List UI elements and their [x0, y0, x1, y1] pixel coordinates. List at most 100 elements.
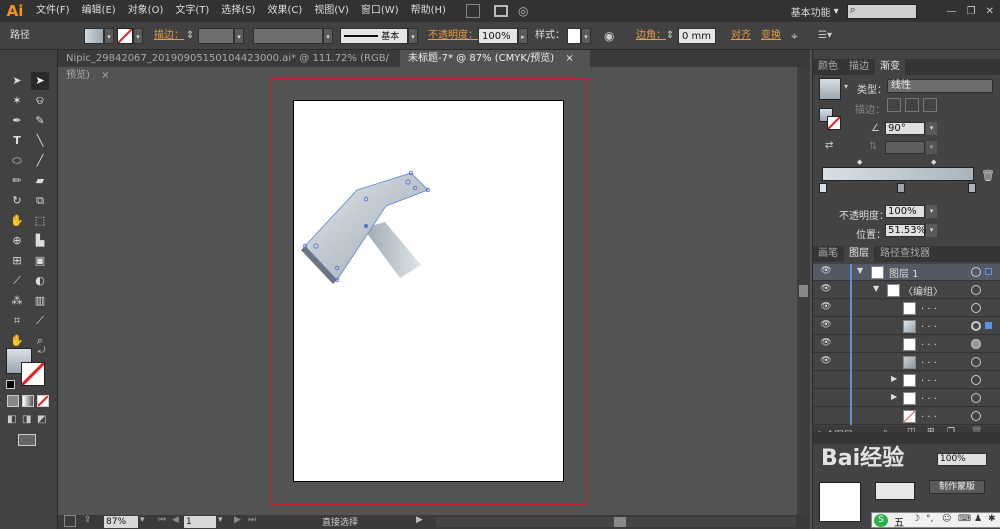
tab-close-icon[interactable]: × — [565, 53, 573, 64]
gradient-midpoint-diamond[interactable]: ◆ — [857, 158, 862, 166]
stroke-indicator[interactable] — [827, 116, 841, 130]
target-icon[interactable] — [971, 267, 981, 277]
gradient-opacity-input[interactable]: 100% — [885, 205, 925, 218]
visibility-eye-icon[interactable]: 👁 — [819, 320, 833, 332]
direct-selection-tool-icon[interactable]: ➤ — [31, 72, 49, 90]
warp-tool-icon[interactable]: ✋ — [8, 212, 26, 230]
target-icon[interactable] — [971, 303, 981, 313]
target-icon[interactable] — [971, 357, 981, 367]
layer-name[interactable]: 图层 1 — [889, 265, 919, 280]
item-name[interactable]: . . . — [921, 301, 937, 312]
brush-dropdown[interactable]: ▾ — [408, 28, 418, 44]
menu-help[interactable]: 帮助(H) — [405, 0, 452, 22]
item-name[interactable]: . . . — [921, 337, 937, 348]
share-icon[interactable]: ⇪ — [84, 515, 92, 525]
stroke-weight-stepper[interactable]: ⇕ — [186, 28, 196, 44]
screen-mode-icon[interactable] — [18, 434, 36, 446]
ime-emoji-icon[interactable]: ☺ — [942, 514, 951, 524]
stroke-dropdown[interactable]: ▾ — [133, 28, 143, 44]
corner-stepper[interactable]: ⇕ — [666, 28, 676, 44]
gradient-stop-right[interactable] — [968, 183, 976, 193]
menu-type[interactable]: 文字(T) — [169, 0, 215, 22]
eraser-tool-icon[interactable]: ▰ — [31, 172, 49, 190]
curvature-tool-icon[interactable]: ✎ — [31, 112, 49, 130]
gradient-location-dropdown[interactable]: ▾ — [926, 224, 937, 237]
zoom-dropdown-icon[interactable]: ▾ — [140, 515, 145, 525]
gradient-opacity-dropdown[interactable]: ▾ — [926, 205, 937, 218]
line-segment-tool-icon[interactable]: ╲ — [31, 132, 49, 150]
target-icon[interactable] — [971, 375, 981, 385]
layer-row-group[interactable]: 👁 ▼ 〈编组〉 — [813, 282, 1000, 299]
horizontal-scrollbar[interactable] — [436, 517, 796, 527]
tab-color[interactable]: 颜色 — [813, 59, 843, 75]
slice-tool-icon[interactable]: ⟋ — [31, 312, 49, 330]
scrollbar-thumb[interactable] — [799, 285, 808, 297]
isolate-icon[interactable]: ⌖ — [791, 28, 798, 44]
brush-definition[interactable]: 基本 — [340, 28, 408, 44]
transparency-thumbnail[interactable] — [819, 482, 861, 522]
last-artboard-icon[interactable]: ⏭ — [248, 515, 256, 525]
mask-slot[interactable] — [875, 482, 915, 500]
selection-indicator[interactable] — [985, 268, 992, 275]
close-icon[interactable]: ✕ — [986, 6, 994, 17]
tab-brushes[interactable]: 画笔 — [813, 246, 843, 262]
tab-stroke[interactable]: 描边 — [844, 59, 874, 75]
delete-stop-icon[interactable]: 🗑 — [981, 169, 995, 182]
expand-triangle-icon[interactable]: ▶ — [891, 392, 897, 401]
draw-normal-icon[interactable]: ◧ — [7, 414, 16, 425]
status-menu-icon[interactable]: ▶ — [416, 515, 423, 525]
reverse-gradient-icon[interactable]: ⇄ — [825, 140, 833, 151]
angle-dropdown-icon[interactable]: ▾ — [926, 122, 937, 135]
gradient-slider[interactable] — [822, 167, 974, 181]
expand-triangle-icon[interactable]: ▶ — [891, 374, 897, 383]
graphic-style-swatch[interactable] — [567, 28, 581, 44]
visibility-eye-icon[interactable]: 👁 — [819, 266, 833, 278]
layer-row-path-3[interactable]: 👁 . . . — [813, 336, 1000, 353]
visibility-eye-icon[interactable]: 👁 — [819, 284, 833, 296]
ime-keyboard-icon[interactable]: ⌨ — [958, 514, 971, 524]
pencil-tool-icon[interactable]: ✏ — [8, 172, 26, 190]
tab-close-icon[interactable]: × — [101, 70, 109, 81]
stroke-weight-dropdown[interactable]: ▾ — [234, 28, 244, 44]
free-transform-tool-icon[interactable]: ⬚ — [31, 212, 49, 230]
pen-tool-icon[interactable]: ✒ — [8, 112, 26, 130]
transform-link[interactable]: 变换 — [761, 28, 781, 44]
handle-shape[interactable] — [363, 222, 421, 278]
default-colors-icon[interactable] — [6, 380, 15, 389]
visibility-eye-icon[interactable]: 👁 — [819, 302, 833, 314]
graphic-style-dropdown[interactable]: ▾ — [581, 28, 591, 44]
color-mode-icon[interactable] — [7, 395, 19, 407]
stroke-across-icon[interactable] — [923, 98, 937, 112]
paintbrush-tool-icon[interactable]: ╱ — [31, 152, 49, 170]
layer-row-layer-1[interactable]: 👁 ▼ 图层 1 — [813, 264, 1000, 281]
make-mask-button[interactable]: 制作蒙版 — [929, 480, 985, 494]
scrollbar-thumb[interactable] — [614, 517, 626, 527]
layer-row-path-2[interactable]: 👁 . . . — [813, 318, 1000, 335]
tab-nipic-document[interactable]: Nipic_29842067_20190905150104423000.ai* … — [58, 50, 400, 81]
shape-builder-tool-icon[interactable]: ⊕ — [8, 232, 26, 250]
tab-untitled-7[interactable]: 未标题-7* @ 87% (CMYK/预览) × — [400, 50, 590, 67]
gradient-aspect-input[interactable] — [885, 141, 925, 154]
lasso-tool-icon[interactable]: ଡ — [31, 92, 49, 110]
target-icon[interactable] — [971, 285, 981, 295]
symbol-sprayer-tool-icon[interactable]: ⁂ — [8, 292, 26, 310]
gradient-mode-icon[interactable] — [22, 395, 34, 407]
next-artboard-icon[interactable]: ▶ — [234, 515, 241, 525]
type-tool-icon[interactable]: T — [8, 132, 26, 150]
none-mode-icon[interactable] — [37, 395, 49, 407]
variable-width-profile[interactable] — [253, 28, 323, 44]
menu-window[interactable]: 窗口(W) — [355, 0, 405, 22]
item-name[interactable]: . . . — [921, 319, 937, 330]
target-icon[interactable] — [971, 321, 981, 331]
stroke-color-box[interactable] — [20, 361, 46, 387]
artboard[interactable] — [293, 100, 564, 482]
ime-tools-icon[interactable]: ✱ — [988, 514, 996, 524]
artboard-dropdown-icon[interactable]: ▾ — [218, 515, 223, 525]
magic-wand-tool-icon[interactable]: ✶ — [8, 92, 26, 110]
stroke-along-icon[interactable] — [905, 98, 919, 112]
selection-tool-icon[interactable]: ➤ — [8, 72, 26, 90]
rotate-tool-icon[interactable]: ↻ — [8, 192, 26, 210]
draw-behind-icon[interactable]: ◨ — [22, 414, 31, 425]
eyedropper-tool-icon[interactable]: ⟋ — [8, 272, 26, 290]
menu-select[interactable]: 选择(S) — [215, 0, 261, 22]
